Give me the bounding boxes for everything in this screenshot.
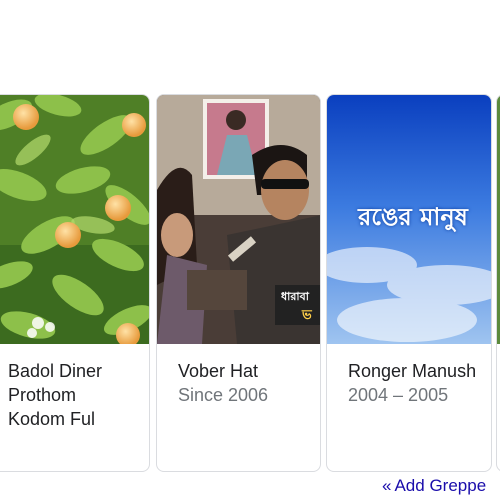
results-carousel: Badol Diner Prothom Kodom Ful ধারাবা ভ V…	[0, 94, 500, 474]
card-title-text[interactable]: Vober Hat	[178, 361, 258, 381]
card-subtitle: Since 2006	[178, 385, 269, 405]
poster-overlay-text: ধারাবা	[281, 290, 310, 303]
card-title[interactable]: Ronger Manush 2004 – 2005	[348, 359, 478, 407]
result-card-vober-hat[interactable]: ধারাবা ভ Vober Hat Since 2006	[156, 94, 321, 472]
add-link-prefix: «	[382, 476, 392, 495]
svg-text:ভ: ভ	[301, 308, 313, 323]
result-card-ronger-manush[interactable]: রঙের মানুষ Ronger Manush 2004 – 2005	[326, 94, 492, 472]
card-title-text[interactable]: Badol Diner Prothom Kodom Ful	[8, 361, 102, 429]
card-thumbnail-image: রঙের মানুষ	[327, 95, 491, 344]
result-card-badol-diner[interactable]: Badol Diner Prothom Kodom Ful	[0, 94, 150, 472]
card-thumbnail-image: ধারাবা ভ	[157, 95, 320, 344]
card-subtitle: 2004 – 2005	[348, 385, 449, 405]
poster-title-text: রঙের মানুষ	[358, 202, 468, 231]
card-title[interactable]: Badol Diner Prothom Kodom Ful	[8, 359, 138, 431]
card-thumbnail-image	[0, 95, 149, 344]
add-link-label[interactable]: Add Greppe	[394, 476, 486, 495]
card-title[interactable]: Vober Hat Since 2006	[178, 359, 308, 407]
add-link[interactable]: «Add Greppe	[382, 476, 486, 496]
card-title-text[interactable]: Ronger Manush	[348, 361, 476, 381]
result-card-partial[interactable]	[496, 94, 500, 472]
